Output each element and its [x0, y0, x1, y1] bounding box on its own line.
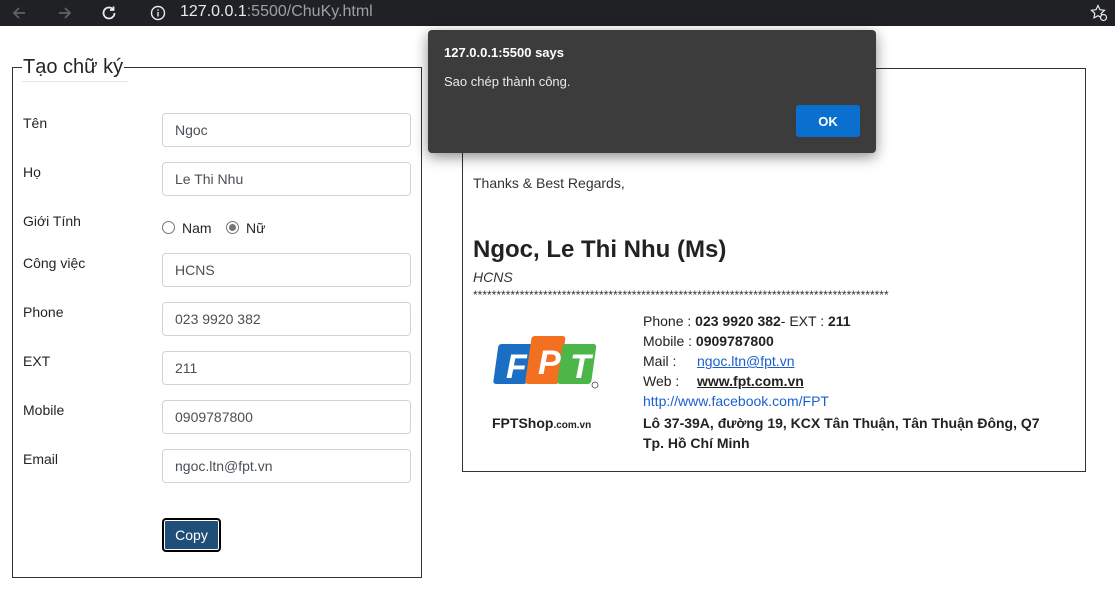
signature-regards: Thanks & Best Regards, [473, 175, 625, 191]
fpt-shop-caption-suffix: .com.vn [553, 420, 592, 431]
signature-web-line: Web : [643, 373, 679, 389]
fpt-logo-icon: F P T [493, 336, 599, 389]
signature-mail-line: Mail : [643, 353, 676, 369]
svg-text:F: F [506, 348, 528, 386]
phone-input[interactable]: 023 9920 382 [162, 302, 411, 336]
svg-text:P: P [538, 344, 561, 382]
email-input[interactable]: ngoc.ltn@fpt.vn [162, 449, 411, 483]
gender-male-radio[interactable] [162, 221, 175, 234]
signature-separator: ****************************************… [473, 288, 889, 302]
url-host: 127.0.0.1 [180, 3, 247, 20]
form-legend: Tạo chữ ký [22, 55, 125, 79]
back-button[interactable] [6, 0, 32, 26]
email-label: Email [23, 451, 59, 467]
ext-input[interactable]: 211 [162, 351, 411, 385]
first-name-label: Tên [23, 115, 48, 131]
address-bar[interactable]: 127.0.0.1:5500/ChuKy.html [180, 3, 373, 21]
signature-mobile-label: Mobile : [643, 333, 696, 349]
signature-web-link[interactable]: www.fpt.com.vn [697, 373, 804, 389]
signature-job: HCNS [473, 269, 513, 285]
star-settings-icon[interactable] [1090, 4, 1108, 22]
arrow-left-icon [12, 7, 25, 19]
forward-button[interactable] [52, 0, 78, 26]
last-name-input[interactable]: Le Thi Nhu [162, 162, 411, 196]
gender-female-radio[interactable] [226, 221, 239, 234]
signature-web-label: Web : [643, 373, 680, 389]
ext-label: EXT [23, 353, 51, 369]
dialog-ok-button[interactable]: OK [796, 105, 860, 137]
reload-button[interactable] [96, 0, 122, 26]
signature-name: Ngoc, Le Thi Nhu (Ms) [473, 236, 727, 263]
arrow-right-icon [59, 7, 72, 19]
fpt-shop-logo: F P T FPTShop.com.vn [492, 334, 602, 432]
copy-button[interactable]: Copy [162, 518, 221, 552]
url-path: :5500/ChuKy.html [246, 3, 373, 20]
signature-phone-value: 023 9920 382 [695, 313, 781, 329]
dialog-title: 127.0.0.1:5500 says [444, 45, 564, 60]
browser-toolbar: 127.0.0.1:5500/ChuKy.html [0, 0, 1115, 26]
mobile-input[interactable]: 0909787800 [162, 400, 411, 434]
gender-label: Giới Tính [23, 213, 81, 229]
signature-facebook-link[interactable]: http://www.facebook.com/FPT [643, 393, 829, 409]
fpt-shop-caption-main: FPTShop [492, 415, 554, 431]
signature-ext-value: 211 [828, 313, 851, 329]
signature-address: Lô 37-39A, đường 19, KCX Tân Thuận, Tân … [643, 415, 1040, 451]
signature-mail-label: Mail : [643, 353, 677, 369]
gender-female-label[interactable]: Nữ [246, 220, 265, 236]
signature-phone-line: Phone : 023 9920 382- EXT : 211 [643, 313, 851, 329]
signature-ext-label: - EXT : [780, 313, 828, 329]
first-name-input[interactable]: Ngoc [162, 113, 411, 147]
svg-text:T: T [570, 348, 594, 386]
info-icon[interactable] [150, 5, 166, 21]
signature-mobile-line: Mobile : 0909787800 [643, 333, 774, 349]
signature-phone-label: Phone : [643, 313, 696, 329]
fpt-shop-caption: FPTShop.com.vn [492, 415, 602, 431]
dialog-message: Sao chép thành công. [444, 74, 571, 89]
phone-label: Phone [23, 304, 64, 320]
mobile-label: Mobile [23, 402, 65, 418]
job-label: Công việc [23, 255, 86, 271]
legend-divider [22, 81, 128, 82]
reload-icon [102, 6, 116, 20]
signature-mobile-value: 0909787800 [695, 333, 774, 349]
alert-dialog: 127.0.0.1:5500 says Sao chép thành công.… [428, 30, 876, 153]
gender-male-label[interactable]: Nam [182, 220, 212, 236]
last-name-label: Họ [23, 164, 41, 180]
job-input[interactable]: HCNS [162, 253, 411, 287]
signature-mail-link[interactable]: ngoc.ltn@fpt.vn [697, 353, 795, 369]
